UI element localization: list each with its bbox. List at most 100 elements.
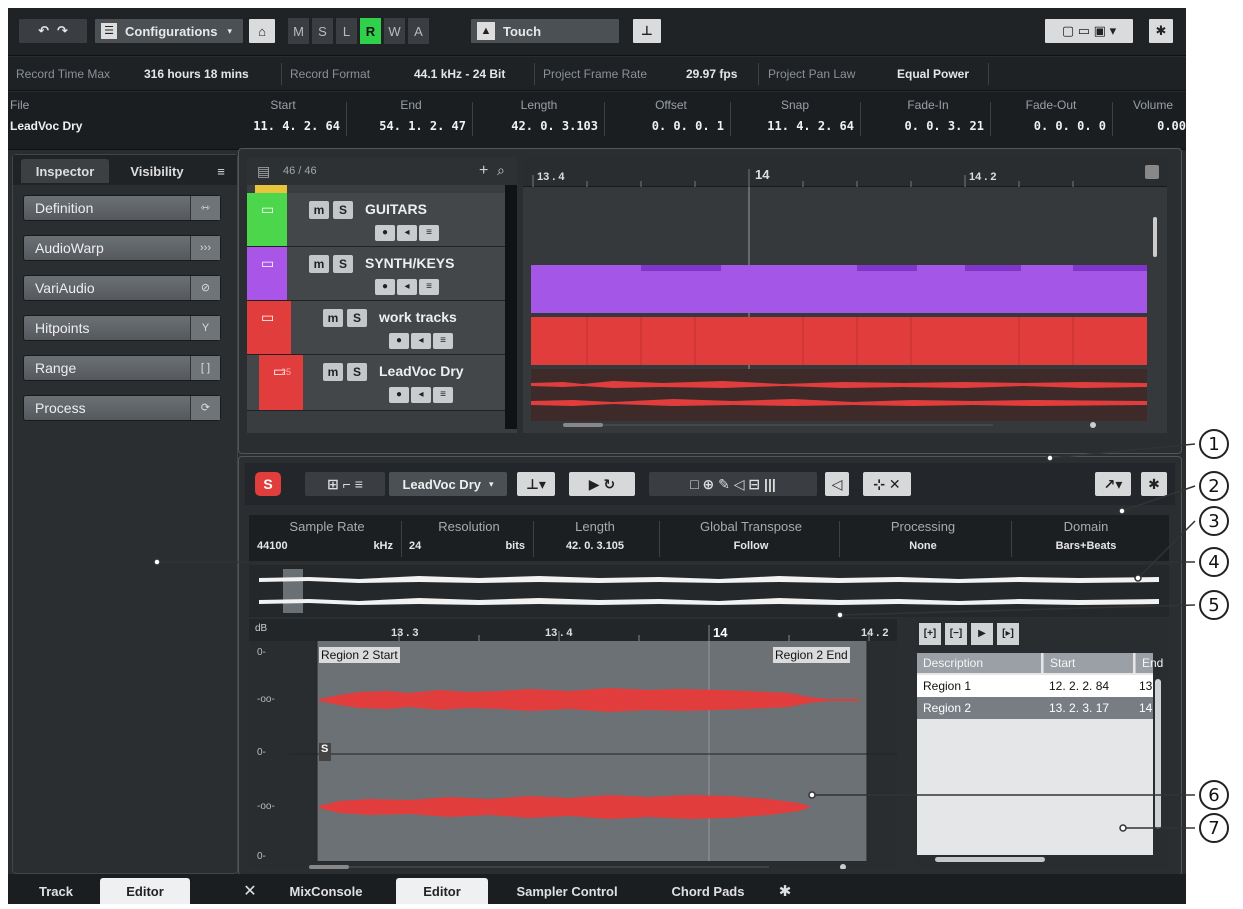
gear-icon[interactable]: ✱	[774, 878, 796, 904]
tool-buttons[interactable]: □ ⊕ ✎ ◁ ⊟ |||	[649, 472, 817, 496]
snap-point-marker[interactable]: S	[321, 743, 328, 755]
track-name[interactable]: SYNTH/KEYS	[365, 255, 454, 271]
view-options-icons[interactable]: ⊞ ⌐ ≡	[305, 472, 385, 496]
pan-law-value[interactable]: Equal Power	[897, 67, 969, 81]
info-field-value[interactable]: Bars+Beats	[1011, 540, 1161, 552]
region-range[interactable]	[317, 641, 867, 861]
mode-button-l[interactable]: L	[336, 18, 358, 44]
solo-button[interactable]: S	[347, 309, 367, 327]
work-tracks-event[interactable]	[531, 317, 1147, 365]
edit-icon[interactable]: ≡	[419, 225, 439, 241]
zoom-slider-thumb[interactable]	[840, 864, 846, 870]
undo-icon[interactable]: ↶	[38, 23, 49, 39]
mute-button[interactable]: m	[323, 363, 343, 381]
overview-viewport[interactable]	[283, 569, 303, 613]
column-header-start[interactable]: Start	[1043, 653, 1133, 673]
collapse-icon[interactable]	[1145, 165, 1159, 179]
horizontal-scroll-thumb[interactable]	[309, 865, 349, 869]
settings-gear-icon[interactable]: ✱	[1148, 18, 1174, 44]
info-field-value[interactable]: Follow	[667, 540, 835, 552]
event-field-value[interactable]: 54. 1. 2. 47	[356, 119, 466, 133]
mute-button[interactable]: m	[323, 309, 343, 327]
record-time-value[interactable]: 316 hours 18 mins	[144, 67, 249, 81]
add-region-icon[interactable]: [+]	[919, 623, 941, 645]
leadvoc-event[interactable]	[531, 369, 1147, 421]
monitor-icon[interactable]: ◂	[397, 225, 417, 241]
event-selector[interactable]: LeadVoc Dry ▾	[389, 472, 507, 496]
event-field-value[interactable]: 0.00	[1120, 119, 1186, 133]
track-name[interactable]: GUITARS	[365, 201, 427, 217]
redo-icon[interactable]: ↷	[57, 23, 68, 39]
track-row[interactable]: ▭ m S GUITARS ● ◂ ≡	[247, 193, 505, 247]
edit-icon[interactable]: ≡	[433, 387, 453, 403]
close-icon[interactable]: ✕	[240, 878, 260, 904]
track-row[interactable]: ▭ m Swork tracks ● ◂ ≡	[247, 301, 505, 355]
inspector-section-definition[interactable]: Definition ⇿	[23, 195, 221, 221]
play-loop-icon[interactable]: ▶ ↻	[569, 472, 635, 496]
range-icon[interactable]: [ ]	[190, 356, 220, 380]
tab-sampler-control[interactable]: Sampler Control	[502, 878, 632, 904]
solo-button[interactable]: S	[347, 363, 367, 381]
mode-button-w[interactable]: W	[384, 18, 406, 44]
inspector-section-audiowarp[interactable]: AudioWarp ›››	[23, 235, 221, 261]
vertical-scroll-thumb[interactable]	[1153, 217, 1157, 257]
inspector-section-process[interactable]: Process ⟳	[23, 395, 221, 421]
info-field-value[interactable]: None	[839, 540, 1007, 552]
record-icon[interactable]: ●	[375, 225, 395, 241]
event-field-value[interactable]: 11. 4. 2. 64	[736, 119, 854, 133]
list-icon[interactable]: ▤	[257, 163, 270, 180]
record-format-value[interactable]: 44.1 kHz - 24 Bit	[414, 67, 505, 81]
edit-icon[interactable]: ≡	[419, 279, 439, 295]
search-icon[interactable]: ⌕	[497, 162, 505, 179]
solo-button[interactable]: S	[333, 201, 353, 219]
tab-track[interactable]: Track	[18, 878, 94, 904]
track-row[interactable]: ▭ m S SYNTH/KEYS ● ◂ ≡	[247, 247, 505, 301]
configurations-button[interactable]: ☰ Configurations ▾	[94, 18, 244, 44]
region-start-marker[interactable]: Region 2 Start	[319, 647, 400, 663]
select-region-icon[interactable]: [▸]	[997, 623, 1019, 645]
folder-icon[interactable]: ▭	[261, 201, 274, 218]
menu-icon[interactable]: ≡	[209, 159, 233, 183]
record-icon[interactable]: ●	[375, 279, 395, 295]
remove-region-icon[interactable]: [−]	[945, 623, 967, 645]
waveform-display[interactable]: dB 13 . 3 13 . 4 14 14 . 2 0- -oo- 0- -o…	[249, 619, 897, 870]
tab-chord-pads[interactable]: Chord Pads	[658, 878, 758, 904]
solo-editor-icon[interactable]: S	[255, 472, 281, 496]
mode-button-s[interactable]: S	[312, 18, 334, 44]
tab-editor[interactable]: Editor	[396, 878, 488, 904]
track-row[interactable]: ▭ m S LeadVoc Dry ● ◂ ≡ 25	[247, 355, 505, 411]
region-end-marker[interactable]: Region 2 End	[773, 647, 850, 663]
play-region-icon[interactable]: ▶	[971, 623, 993, 645]
inspector-section-hitpoints[interactable]: Hitpoints Y	[23, 315, 221, 341]
event-field-value[interactable]: 42. 0. 3.103	[480, 119, 598, 133]
tab-inspector[interactable]: Inspector	[21, 159, 109, 183]
synth-keys-event[interactable]	[531, 265, 1147, 313]
snap-icon[interactable]: ⊹ ✕	[863, 472, 911, 496]
nudge-icon[interactable]: ⊥	[632, 18, 662, 44]
file-value[interactable]: LeadVoc Dry	[10, 119, 130, 133]
tab-mixconsole[interactable]: MixConsole	[276, 878, 376, 904]
track-name[interactable]: LeadVoc Dry	[379, 363, 464, 379]
event-field-value[interactable]: 0. 0. 3. 21	[872, 119, 984, 133]
info-field-value[interactable]: 42. 0. 3.105	[535, 540, 655, 552]
column-header-description[interactable]: Description	[917, 653, 1041, 673]
warp-icon[interactable]: ›››	[190, 236, 220, 260]
resize-icon[interactable]: ⇿	[190, 196, 220, 220]
folder-icon[interactable]: ▭	[261, 255, 274, 272]
tab-left-editor[interactable]: Editor	[100, 878, 190, 904]
solo-button[interactable]: S	[333, 255, 353, 273]
zoom-slider-thumb[interactable]	[1090, 422, 1096, 428]
inspector-section-variaudio[interactable]: VariAudio ⊘	[23, 275, 221, 301]
tab-visibility[interactable]: Visibility	[113, 159, 201, 183]
mode-button-m[interactable]: M	[288, 18, 310, 44]
layout-icons[interactable]: ▢ ▭ ▣ ▾	[1044, 18, 1134, 44]
track-name[interactable]: work tracks	[379, 309, 457, 325]
speaker-icon[interactable]: ◁	[825, 472, 849, 496]
mute-button[interactable]: m	[309, 255, 329, 273]
process-icon[interactable]: ⟳	[190, 396, 220, 420]
vari-icon[interactable]: ⊘	[190, 276, 220, 300]
arrow-icon[interactable]: ↗▾	[1095, 472, 1131, 496]
event-field-value[interactable]: 0. 0. 0. 1	[618, 119, 724, 133]
add-track-icon[interactable]: +	[479, 162, 488, 180]
folder-icon[interactable]: ▭	[261, 309, 274, 326]
